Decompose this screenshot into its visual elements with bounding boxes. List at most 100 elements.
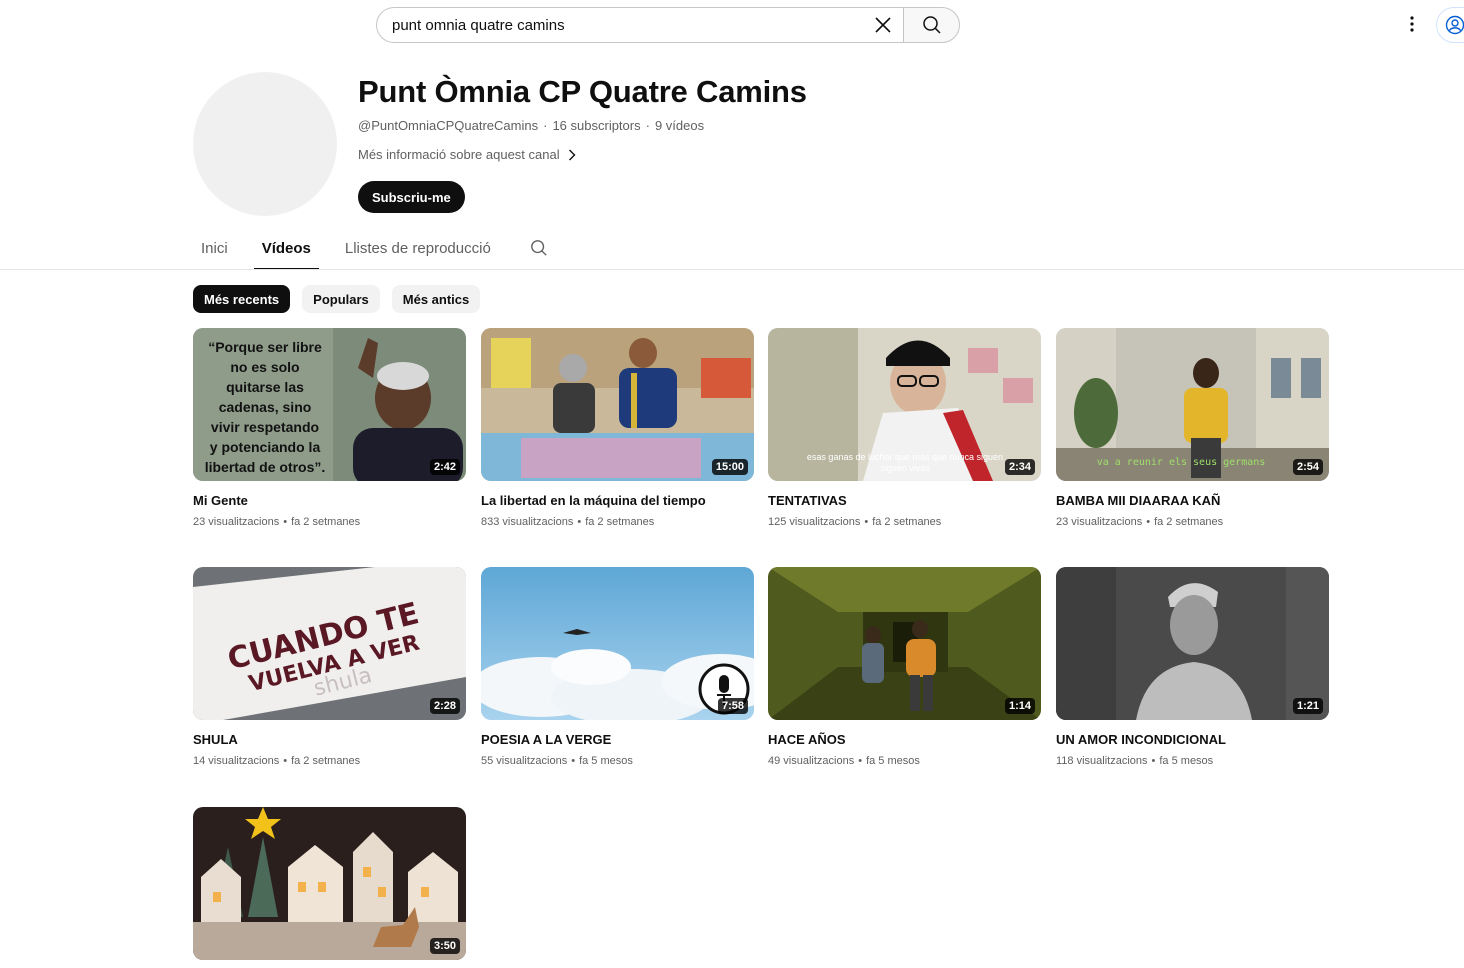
search-icon xyxy=(530,240,547,256)
thumbnail-quote-line: y potenciando la xyxy=(210,439,321,455)
video-card[interactable]: esas ganas de luchar que más que nunca s… xyxy=(768,328,1041,528)
more-vert-icon xyxy=(1410,16,1414,32)
tab-home[interactable]: Inici xyxy=(193,226,236,270)
video-title[interactable]: HACE AÑOS xyxy=(768,732,1041,748)
search-icon xyxy=(922,16,941,34)
video-age: fa 2 setmanes xyxy=(585,516,655,528)
video-meta: 14 visualitzacions • fa 2 setmanes xyxy=(193,755,361,767)
video-title[interactable]: BAMBA MII DIAARAA KAÑ xyxy=(1056,493,1329,509)
search-button[interactable] xyxy=(903,7,960,43)
video-duration: 15:00 xyxy=(711,459,748,475)
video-meta: 23 visualitzacions • fa 2 setmanes xyxy=(1056,516,1224,528)
video-age: fa 2 setmanes xyxy=(291,755,361,767)
video-thumbnail[interactable]: esas ganas de luchar que más que nunca s… xyxy=(768,328,1041,481)
search-box[interactable] xyxy=(376,7,904,43)
thumbnail-subtitle-line: siguen vivas xyxy=(880,463,930,473)
video-duration: 2:42 xyxy=(429,459,460,475)
video-title[interactable]: Mi Gente xyxy=(193,493,466,509)
tab-playlists[interactable]: Llistes de reproducció xyxy=(337,226,499,270)
video-title[interactable]: UN AMOR INCONDICIONAL xyxy=(1056,732,1329,748)
more-info-label: Més informació sobre aquest canal xyxy=(358,147,560,162)
thumbnail-quote-line: “Porque ser libre xyxy=(208,339,322,355)
video-thumbnail[interactable]: 7:58 xyxy=(481,567,754,720)
video-card[interactable]: 7:58 POESIA A LA VERGE 55 visualitzacion… xyxy=(481,567,754,767)
video-age: fa 5 mesos xyxy=(866,755,920,767)
video-thumbnail[interactable]: CUANDO TE VUELVA A VER shula 2:28 xyxy=(193,567,466,720)
video-duration: 2:28 xyxy=(429,698,460,714)
video-thumbnail[interactable]: 3:50 xyxy=(193,807,466,960)
channel-search-button[interactable] xyxy=(519,226,559,270)
thumbnail-quote-line: libertad de otros”. xyxy=(205,459,326,475)
video-thumbnail[interactable]: va a reunir els seus germans 2:54 xyxy=(1056,328,1329,481)
video-duration: 1:14 xyxy=(1004,698,1035,714)
channel-meta: @PuntOmniaCPQuatreCamins · 16 subscriptors… xyxy=(358,118,705,133)
video-age: fa 2 setmanes xyxy=(872,516,942,528)
video-card[interactable]: “Porque ser libre no es solo quitarse la… xyxy=(193,328,466,528)
account-circle-icon xyxy=(1445,15,1464,35)
view-count: 23 visualitzacions xyxy=(193,516,280,528)
channel-title: Punt Òmnia CP Quatre Camins xyxy=(358,74,807,109)
video-title[interactable]: SHULA xyxy=(193,732,466,748)
thumbnail-image xyxy=(193,807,466,960)
subscriber-count: 16 subscriptors xyxy=(552,118,641,133)
thumbnail-subtitle-line: va a reunir els seus germans xyxy=(1097,457,1266,468)
thumbnail-subtitle-line: esas ganas de luchar que más que nunca s… xyxy=(807,452,1003,462)
video-thumbnail[interactable]: 15:00 xyxy=(481,328,754,481)
view-count: 14 visualitzacions xyxy=(193,755,280,767)
thumbnail-image xyxy=(481,567,754,720)
chip-popular[interactable]: Populars xyxy=(302,285,380,313)
video-duration: 2:34 xyxy=(1004,459,1035,475)
view-count: 125 visualitzacions xyxy=(768,516,861,528)
video-meta: 49 visualitzacions • fa 5 mesos xyxy=(768,755,920,767)
clear-search-button[interactable] xyxy=(868,10,898,40)
video-card[interactable]: 15:00 La libertad en la máquina del tiem… xyxy=(481,328,754,528)
channel-handle: @PuntOmniaCPQuatreCamins xyxy=(358,118,539,133)
video-count: 9 vídeos xyxy=(654,118,705,133)
sign-in-button[interactable] xyxy=(1436,7,1464,43)
video-thumbnail[interactable]: “Porque ser libre no es solo quitarse la… xyxy=(193,328,466,481)
thumbnail-image: va a reunir els seus germans xyxy=(1056,328,1329,481)
tabs-divider xyxy=(0,269,1464,270)
video-meta: 23 visualitzacions • fa 2 setmanes xyxy=(193,516,361,528)
chip-oldest[interactable]: Més antics xyxy=(391,285,481,313)
channel-avatar xyxy=(193,72,337,216)
video-thumbnail[interactable]: 1:21 xyxy=(1056,567,1329,720)
thumbnail-image: “Porque ser libre no es solo quitarse la… xyxy=(193,328,466,481)
video-card[interactable]: CUANDO TE VUELVA A VER shula 2:28 SHULA … xyxy=(193,567,466,767)
more-info-link[interactable]: Més informació sobre aquest canal xyxy=(358,147,576,162)
video-card[interactable]: 3:50 xyxy=(193,807,466,960)
video-title[interactable]: TENTATIVAS xyxy=(768,493,1041,509)
search-input[interactable] xyxy=(392,16,868,34)
view-count: 833 visualitzacions xyxy=(481,516,574,528)
channel-tabs: Inici Vídeos Llistes de reproducció xyxy=(193,226,559,270)
view-count: 23 visualitzacions xyxy=(1056,516,1143,528)
video-age: fa 5 mesos xyxy=(1159,755,1214,767)
tab-videos[interactable]: Vídeos xyxy=(253,226,319,270)
thumbnail-quote-line: cadenas, sino xyxy=(219,399,312,415)
thumbnail-image xyxy=(1056,567,1329,720)
video-title[interactable]: POESIA A LA VERGE xyxy=(481,732,754,748)
video-meta: 125 visualitzacions • fa 2 setmanes xyxy=(768,516,942,528)
view-count: 55 visualitzacions xyxy=(481,755,568,767)
video-thumbnail[interactable]: 1:14 xyxy=(768,567,1041,720)
thumbnail-image: CUANDO TE VUELVA A VER shula xyxy=(193,567,466,720)
video-meta: 833 visualitzacions • fa 2 setmanes xyxy=(481,516,655,528)
video-meta: 118 visualitzacions • fa 5 mesos xyxy=(1056,755,1214,767)
thumbnail-image xyxy=(481,328,754,481)
thumbnail-image xyxy=(768,567,1041,720)
video-card[interactable]: 1:14 HACE AÑOS 49 visualitzacions • fa 5 m… xyxy=(768,567,1041,767)
chip-latest[interactable]: Més recents xyxy=(193,285,291,313)
video-title[interactable]: La libertad en la máquina del tiempo xyxy=(481,493,754,509)
video-duration: 7:58 xyxy=(717,698,748,714)
video-meta: 55 visualitzacions • fa 5 mesos xyxy=(481,755,633,767)
view-count: 49 visualitzacions xyxy=(768,755,855,767)
video-duration: 2:54 xyxy=(1292,459,1323,475)
close-icon xyxy=(875,17,891,33)
subscribe-button[interactable]: Subscriu-me xyxy=(358,181,465,213)
chevron-right-icon xyxy=(568,149,576,160)
thumbnail-image: esas ganas de luchar que más que nunca s… xyxy=(768,328,1041,481)
more-options-button[interactable] xyxy=(1400,12,1424,36)
video-duration: 3:50 xyxy=(429,938,460,954)
video-card[interactable]: va a reunir els seus germans 2:54 BAMBA … xyxy=(1056,328,1329,528)
video-card[interactable]: 1:21 UN AMOR INCONDICIONAL 118 visualitz… xyxy=(1056,567,1329,767)
